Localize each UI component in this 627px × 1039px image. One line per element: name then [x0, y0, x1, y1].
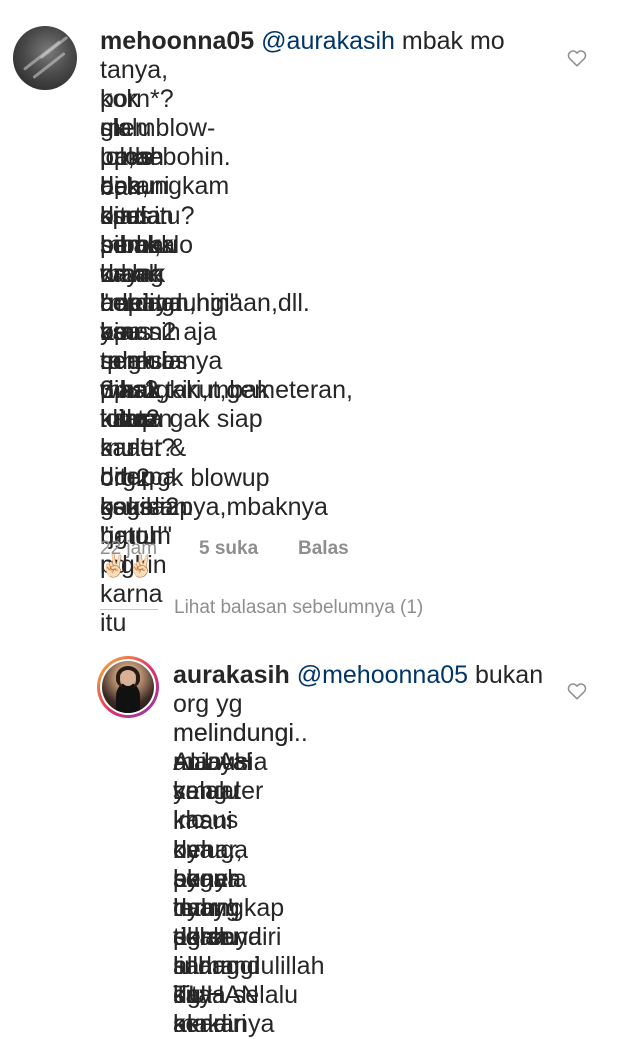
- like-count-button[interactable]: 5 suka: [199, 538, 258, 560]
- avatar: [100, 659, 156, 715]
- comment-last-line: gak siap "jatoh"✌🏻✌🏻: [100, 493, 199, 580]
- comment-time: 22 jam: [100, 538, 158, 559]
- comment-body: mehoonna05 @aurakasih mbak mo: [100, 27, 560, 56]
- comment-mention[interactable]: @mehoonna05: [297, 661, 468, 689]
- view-previous-replies-button[interactable]: Lihat balasan sebelumnya (1): [174, 597, 423, 619]
- comment-mention[interactable]: @aurakasih: [261, 27, 395, 55]
- avatar-photo: [102, 661, 154, 713]
- avatar-story-ring[interactable]: [97, 656, 159, 718]
- reply-button[interactable]: Balas: [298, 538, 349, 560]
- comment-text-first: mbak mo: [394, 27, 505, 55]
- heart-outline-icon[interactable]: [566, 680, 588, 702]
- comment-username[interactable]: aurakasih: [173, 661, 290, 689]
- avatar-hair: [116, 666, 140, 688]
- comment-body: aurakasih @mehoonna05 bukan: [173, 661, 563, 690]
- comment-username[interactable]: mehoonna05: [100, 27, 254, 55]
- heart-outline-icon[interactable]: [566, 47, 588, 69]
- avatar[interactable]: [13, 26, 77, 90]
- comment-line: allhamdulillah saya selalu kena: [173, 952, 325, 1039]
- comment-text-first: bukan: [468, 661, 544, 689]
- replies-divider: [100, 609, 158, 610]
